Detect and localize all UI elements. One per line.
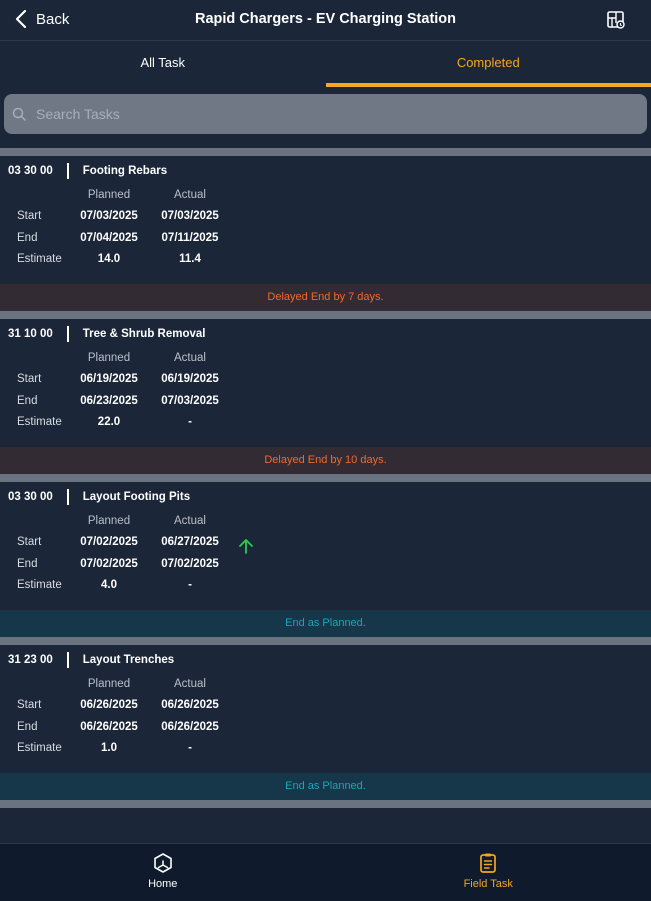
task-tabs: All Task Completed — [0, 41, 651, 87]
actual-estimate: 11.4 — [150, 253, 230, 265]
nav-field-task-label: Field Task — [464, 878, 513, 890]
end-label: End — [17, 721, 37, 733]
task-status: Delayed End by 7 days. — [0, 284, 651, 311]
planned-end: 07/04/2025 — [69, 232, 149, 244]
header-divider — [67, 652, 69, 668]
actual-end: 07/02/2025 — [150, 558, 230, 570]
planned-estimate: 1.0 — [69, 742, 149, 754]
planned-estimate: 22.0 — [69, 416, 149, 428]
estimate-label: Estimate — [17, 416, 62, 428]
back-button[interactable]: Back — [14, 9, 69, 29]
bottom-nav: Home Field Task — [0, 843, 651, 901]
search-icon — [12, 107, 26, 121]
arrow-up-icon — [237, 537, 255, 555]
header-bar: Back Rapid Chargers - EV Charging Statio… — [0, 0, 651, 41]
task-header: 31 10 00 Tree & Shrub Removal — [8, 326, 205, 342]
tab-all-task[interactable]: All Task — [0, 41, 326, 87]
nav-field-task[interactable]: Field Task — [326, 844, 651, 901]
task-name: Footing Rebars — [83, 165, 167, 177]
start-label: Start — [17, 373, 41, 385]
task-code: 31 10 00 — [8, 328, 53, 340]
header-divider — [67, 326, 69, 342]
estimate-label: Estimate — [17, 579, 62, 591]
clipboard-icon — [477, 852, 499, 874]
task-name: Tree & Shrub Removal — [83, 328, 206, 340]
actual-estimate: - — [150, 579, 230, 591]
end-label: End — [17, 558, 37, 570]
task-code: 03 30 00 — [8, 165, 53, 177]
header-divider — [67, 163, 69, 179]
page-title: Rapid Chargers - EV Charging Station — [0, 11, 651, 27]
actual-column-header: Actual — [150, 352, 230, 364]
planned-start: 06/19/2025 — [69, 373, 149, 385]
nav-home-label: Home — [148, 878, 177, 890]
card-separator — [0, 474, 651, 482]
task-card[interactable]: 03 30 00 Footing Rebars Planned Actual S… — [0, 156, 651, 284]
task-name: Layout Footing Pits — [83, 491, 190, 503]
header-divider — [67, 489, 69, 505]
actual-start: 06/27/2025 — [150, 536, 230, 548]
planned-column-header: Planned — [69, 352, 149, 364]
actual-estimate: - — [150, 416, 230, 428]
task-code: 31 23 00 — [8, 654, 53, 666]
start-label: Start — [17, 210, 41, 222]
planned-column-header: Planned — [69, 678, 149, 690]
actual-start: 06/26/2025 — [150, 699, 230, 711]
project-map-icon[interactable] — [607, 11, 625, 29]
card-separator — [0, 148, 651, 156]
estimate-label: Estimate — [17, 253, 62, 265]
actual-column-header: Actual — [150, 515, 230, 527]
estimate-label: Estimate — [17, 742, 62, 754]
end-label: End — [17, 395, 37, 407]
planned-end: 06/23/2025 — [69, 395, 149, 407]
home-icon — [152, 852, 174, 874]
actual-column-header: Actual — [150, 678, 230, 690]
actual-column-header: Actual — [150, 189, 230, 201]
planned-start: 07/03/2025 — [69, 210, 149, 222]
planned-start: 06/26/2025 — [69, 699, 149, 711]
task-name: Layout Trenches — [83, 654, 174, 666]
back-label: Back — [36, 11, 69, 28]
task-header: 31 23 00 Layout Trenches — [8, 652, 174, 668]
task-header: 03 30 00 Layout Footing Pits — [8, 489, 190, 505]
start-label: Start — [17, 536, 41, 548]
search-bar — [4, 94, 647, 134]
end-label: End — [17, 232, 37, 244]
planned-start: 07/02/2025 — [69, 536, 149, 548]
nav-home[interactable]: Home — [0, 844, 326, 901]
actual-end: 06/26/2025 — [150, 721, 230, 733]
tab-completed[interactable]: Completed — [326, 41, 651, 87]
actual-end: 07/03/2025 — [150, 395, 230, 407]
task-card[interactable]: 31 23 00 Layout Trenches Planned Actual … — [0, 645, 651, 773]
planned-column-header: Planned — [69, 189, 149, 201]
planned-end: 07/02/2025 — [69, 558, 149, 570]
card-separator — [0, 311, 651, 319]
task-card[interactable]: 03 30 00 Layout Footing Pits Planned Act… — [0, 482, 651, 610]
task-card[interactable]: 31 10 00 Tree & Shrub Removal Planned Ac… — [0, 319, 651, 447]
start-label: Start — [17, 699, 41, 711]
planned-estimate: 4.0 — [69, 579, 149, 591]
actual-start: 07/03/2025 — [150, 210, 230, 222]
task-code: 03 30 00 — [8, 491, 53, 503]
actual-estimate: - — [150, 742, 230, 754]
task-status: End as Planned. — [0, 773, 651, 800]
planned-column-header: Planned — [69, 515, 149, 527]
chevron-left-icon — [14, 9, 28, 29]
task-header: 03 30 00 Footing Rebars — [8, 163, 167, 179]
search-input[interactable] — [34, 105, 628, 123]
task-status: Delayed End by 10 days. — [0, 447, 651, 474]
card-separator — [0, 637, 651, 645]
planned-estimate: 14.0 — [69, 253, 149, 265]
card-separator — [0, 800, 651, 808]
actual-end: 07/11/2025 — [150, 232, 230, 244]
actual-start: 06/19/2025 — [150, 373, 230, 385]
task-status: End as Planned. — [0, 610, 651, 637]
planned-end: 06/26/2025 — [69, 721, 149, 733]
